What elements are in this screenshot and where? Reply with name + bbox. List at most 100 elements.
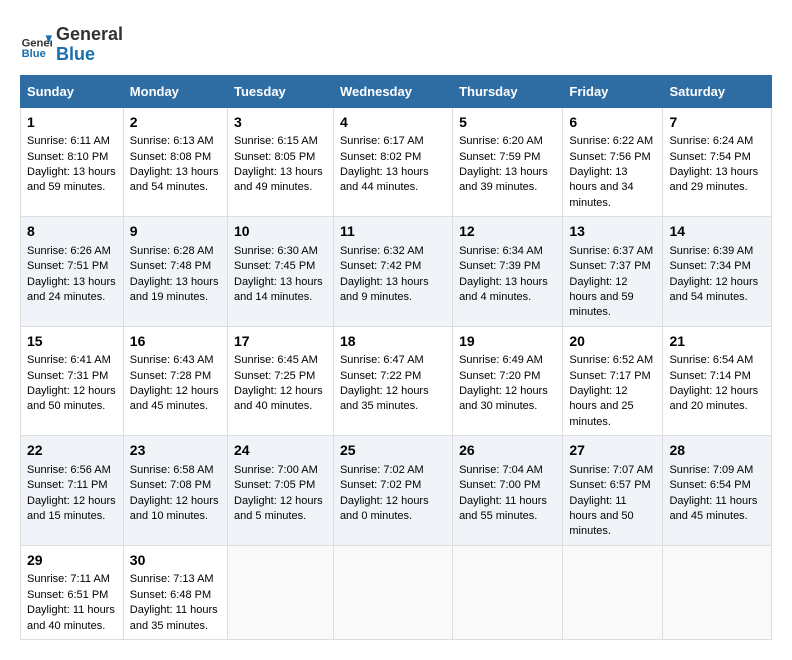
sunset-text: Sunset: 6:51 PM (27, 589, 108, 601)
sunrise-text: Sunrise: 6:20 AM (459, 135, 543, 147)
day-number: 8 (27, 222, 117, 242)
header-day-sunday: Sunday (21, 75, 124, 107)
daylight-text: Daylight: 13 hours and 39 minutes. (459, 166, 548, 193)
sunset-text: Sunset: 7:28 PM (130, 370, 211, 382)
calendar-cell: 2Sunrise: 6:13 AMSunset: 8:08 PMDaylight… (123, 107, 227, 217)
header-day-monday: Monday (123, 75, 227, 107)
calendar-cell: 16Sunrise: 6:43 AMSunset: 7:28 PMDayligh… (123, 326, 227, 436)
calendar-cell: 8Sunrise: 6:26 AMSunset: 7:51 PMDaylight… (21, 217, 124, 327)
day-number: 14 (669, 222, 765, 242)
calendar-cell: 29Sunrise: 7:11 AMSunset: 6:51 PMDayligh… (21, 545, 124, 639)
calendar-cell: 5 Sunrise: 6:20 AM Sunset: 7:59 PM Daylight… (453, 107, 563, 217)
sunrise-text: Sunrise: 6:39 AM (669, 245, 753, 257)
sunset-text: Sunset: 8:10 PM (27, 151, 108, 163)
daylight-text: Daylight: 12 hours and 50 minutes. (27, 385, 116, 412)
sunrise-text: Sunrise: 6:41 AM (27, 354, 111, 366)
sunrise-text: Sunrise: 6:11 AM (27, 135, 110, 147)
calendar-cell: 17Sunrise: 6:45 AMSunset: 7:25 PMDayligh… (228, 326, 334, 436)
sunset-text: Sunset: 7:14 PM (669, 370, 750, 382)
daylight-text: Daylight: 12 hours and 10 minutes. (130, 495, 219, 522)
calendar-cell: 10Sunrise: 6:30 AMSunset: 7:45 PMDayligh… (228, 217, 334, 327)
calendar-cell: 15 Sunrise: 6:41 AM Sunset: 7:31 PM Dayligh… (21, 326, 124, 436)
day-number: 11 (340, 222, 446, 242)
sunset-text: Sunset: 7:02 PM (340, 479, 421, 491)
calendar-cell: 21Sunrise: 6:54 AMSunset: 7:14 PMDayligh… (663, 326, 772, 436)
calendar-cell (563, 545, 663, 639)
daylight-text: Daylight: 12 hours and 59 minutes. (569, 276, 633, 319)
sunset-text: Sunset: 8:08 PM (130, 151, 211, 163)
sunrise-text: Sunrise: 6:43 AM (130, 354, 214, 366)
daylight-text: Daylight: 13 hours and 14 minutes. (234, 276, 323, 303)
sunset-text: Sunset: 7:42 PM (340, 260, 421, 272)
day-number: 24 (234, 441, 327, 461)
sunset-text: Sunset: 6:57 PM (569, 479, 650, 491)
calendar-cell: 4Sunrise: 6:17 AMSunset: 8:02 PMDaylight… (333, 107, 452, 217)
day-number: 9 (130, 222, 221, 242)
day-number: 20 (569, 332, 656, 352)
day-number: 21 (669, 332, 765, 352)
sunrise-text: Sunrise: 6:54 AM (669, 354, 753, 366)
sunrise-text: Sunrise: 6:45 AM (234, 354, 318, 366)
sunrise-text: Sunrise: 6:26 AM (27, 245, 111, 257)
header-day-thursday: Thursday (453, 75, 563, 107)
daylight-text: Daylight: 11 hours and 50 minutes. (569, 495, 633, 538)
daylight-text: Daylight: 12 hours and 5 minutes. (234, 495, 323, 522)
day-number: 12 (459, 222, 556, 242)
sunrise-text: Sunrise: 6:24 AM (669, 135, 753, 147)
calendar-cell: 23Sunrise: 6:58 AMSunset: 7:08 PMDayligh… (123, 436, 227, 546)
header-day-wednesday: Wednesday (333, 75, 452, 107)
calendar-cell (333, 545, 452, 639)
daylight-text: Daylight: 13 hours and 34 minutes. (569, 166, 633, 209)
calendar-cell: 30Sunrise: 7:13 AMSunset: 6:48 PMDayligh… (123, 545, 227, 639)
calendar-week-row: 8Sunrise: 6:26 AMSunset: 7:51 PMDaylight… (21, 217, 772, 327)
sunrise-text: Sunrise: 7:02 AM (340, 464, 424, 476)
day-number: 3 (234, 113, 327, 133)
day-number: 5 (459, 113, 556, 133)
calendar-cell: 24Sunrise: 7:00 AMSunset: 7:05 PMDayligh… (228, 436, 334, 546)
sunset-text: Sunset: 7:39 PM (459, 260, 540, 272)
day-number: 28 (669, 441, 765, 461)
calendar-cell: 27Sunrise: 7:07 AMSunset: 6:57 PMDayligh… (563, 436, 663, 546)
sunset-text: Sunset: 7:31 PM (27, 370, 108, 382)
sunset-text: Sunset: 7:37 PM (569, 260, 650, 272)
daylight-text: Daylight: 12 hours and 0 minutes. (340, 495, 429, 522)
logo: General Blue General Blue (20, 25, 123, 65)
sunset-text: Sunset: 8:02 PM (340, 151, 421, 163)
sunset-text: Sunset: 7:54 PM (669, 151, 750, 163)
svg-text:Blue: Blue (22, 48, 46, 60)
sunrise-text: Sunrise: 6:52 AM (569, 354, 653, 366)
sunset-text: Sunset: 7:59 PM (459, 151, 540, 163)
sunset-text: Sunset: 7:48 PM (130, 260, 211, 272)
sunset-text: Sunset: 7:56 PM (569, 151, 650, 163)
calendar-week-row: 15 Sunrise: 6:41 AM Sunset: 7:31 PM Dayligh… (21, 326, 772, 436)
calendar-cell: 26Sunrise: 7:04 AMSunset: 7:00 PMDayligh… (453, 436, 563, 546)
day-number: 6 (569, 113, 656, 133)
sunset-text: Sunset: 7:34 PM (669, 260, 750, 272)
calendar-cell: 1Sunrise: 6:11 AMSunset: 8:10 PMDaylight… (21, 107, 124, 217)
sunrise-text: Sunrise: 7:09 AM (669, 464, 753, 476)
daylight-text: Daylight: 12 hours and 25 minutes. (569, 385, 633, 428)
day-number: 26 (459, 441, 556, 461)
calendar-cell: 28Sunrise: 7:09 AMSunset: 6:54 PMDayligh… (663, 436, 772, 546)
day-number: 18 (340, 332, 446, 352)
calendar-cell: 3Sunrise: 6:15 AMSunset: 8:05 PMDaylight… (228, 107, 334, 217)
calendar-cell: 14Sunrise: 6:39 AMSunset: 7:34 PMDayligh… (663, 217, 772, 327)
daylight-text: Daylight: 13 hours and 4 minutes. (459, 276, 548, 303)
sunset-text: Sunset: 6:48 PM (130, 589, 211, 601)
day-number: 2 (130, 113, 221, 133)
sunrise-text: Sunrise: 7:13 AM (130, 573, 214, 585)
calendar-week-row: 29Sunrise: 7:11 AMSunset: 6:51 PMDayligh… (21, 545, 772, 639)
calendar-cell (228, 545, 334, 639)
sunrise-text: Sunrise: 6:37 AM (569, 245, 653, 257)
daylight-text: Daylight: 11 hours and 35 minutes. (130, 604, 218, 631)
day-number: 15 (27, 332, 117, 352)
day-number: 27 (569, 441, 656, 461)
sunrise-text: Sunrise: 6:58 AM (130, 464, 214, 476)
calendar-week-row: 1Sunrise: 6:11 AMSunset: 8:10 PMDaylight… (21, 107, 772, 217)
sunset-text: Sunset: 7:45 PM (234, 260, 315, 272)
sunset-text: Sunset: 7:00 PM (459, 479, 540, 491)
calendar-cell: 11Sunrise: 6:32 AMSunset: 7:42 PMDayligh… (333, 217, 452, 327)
daylight-text: Daylight: 12 hours and 35 minutes. (340, 385, 429, 412)
sunrise-text: Sunrise: 6:56 AM (27, 464, 111, 476)
calendar-cell: 7Sunrise: 6:24 AMSunset: 7:54 PMDaylight… (663, 107, 772, 217)
